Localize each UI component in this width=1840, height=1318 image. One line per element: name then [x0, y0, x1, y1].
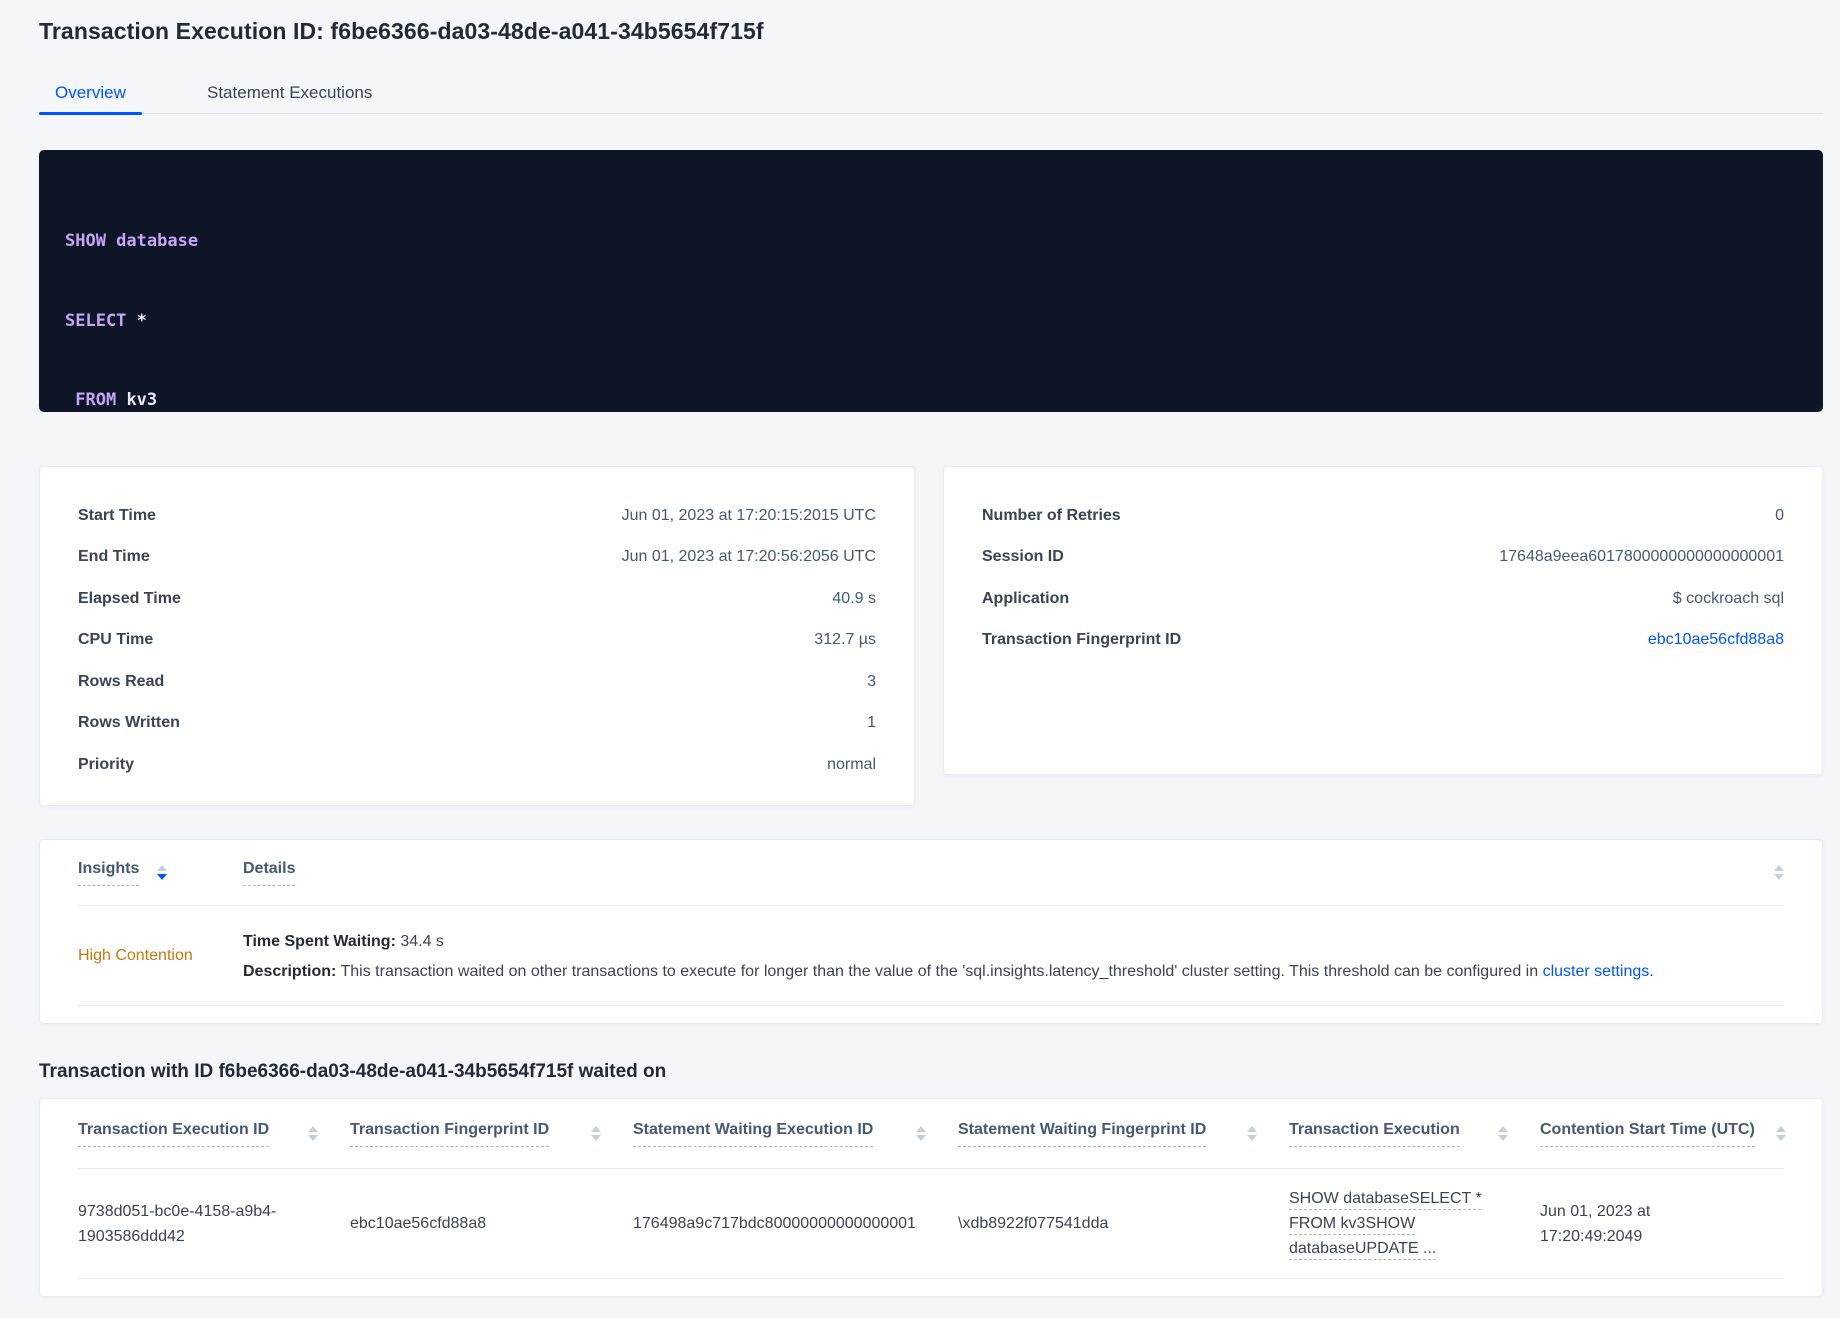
transaction-execution-link[interactable]: SHOW databaseSELECT * FROM kv3SHOW datab…: [1289, 1190, 1482, 1257]
stat-value: 0: [1775, 506, 1784, 524]
stat-row-end-time: End Time Jun 01, 2023 at 17:20:56:2056 U…: [78, 537, 876, 579]
column-header-transaction-fingerprint-id[interactable]: Transaction Fingerprint ID: [350, 1121, 633, 1147]
stat-row-start-time: Start Time Jun 01, 2023 at 17:20:15:2015…: [78, 495, 876, 537]
insights-table: Insights Details High Contention Time Sp…: [39, 839, 1823, 1024]
stat-label: CPU Time: [78, 631, 154, 649]
column-header-transaction-execution[interactable]: Transaction Execution: [1289, 1121, 1540, 1147]
active-tab-indicator: [39, 112, 142, 115]
time-spent-waiting-line: Time Spent Waiting: 34.4 s: [243, 933, 444, 950]
column-header-contention-start-time[interactable]: Contention Start Time (UTC): [1540, 1121, 1786, 1147]
description-line: Description: This transaction waited on …: [243, 963, 1654, 980]
stat-row-application: Application $ cockroach sql: [982, 578, 1784, 620]
sort-icon: [308, 1126, 318, 1141]
transaction-fingerprint-link[interactable]: ebc10ae56cfd88a8: [1648, 631, 1784, 649]
sort-icon: [1498, 1126, 1508, 1141]
stat-value: 40.9 s: [832, 589, 876, 607]
stat-row-session-id: Session ID 17648a9eea6017800000000000000…: [982, 537, 1784, 579]
stat-label: Elapsed Time: [78, 589, 181, 607]
cell-statement-waiting-execution-id: 176498a9c717bdc80000000000000001: [633, 1215, 916, 1232]
stat-label: Transaction Fingerprint ID: [982, 631, 1182, 649]
sql-line: SELECT *: [65, 310, 147, 331]
cell-transaction-execution: SHOW databaseSELECT * FROM kv3SHOW datab…: [1289, 1186, 1540, 1261]
stat-value: 3: [867, 672, 876, 690]
stat-value: 312.7 µs: [814, 631, 876, 649]
insight-details-cell: Time Spent Waiting: 34.4 s Description: …: [243, 906, 1784, 1005]
cell-transaction-execution-id: 9738d051-bc0e-4158-a9b4-1903586ddd42: [78, 1202, 277, 1245]
stat-label: Rows Written: [78, 714, 180, 732]
stat-label: Priority: [78, 755, 135, 773]
column-header-transaction-execution-id[interactable]: Transaction Execution ID: [78, 1121, 350, 1147]
transaction-summary-card: Start Time Jun 01, 2023 at 17:20:15:2015…: [39, 466, 915, 806]
page-title: Transaction Execution ID: f6be6366-da03-…: [39, 18, 764, 44]
stat-value: 1: [867, 714, 876, 732]
stat-label: Session ID: [982, 548, 1064, 566]
tab-statement-executions-label: Statement Executions: [207, 83, 373, 102]
stat-label: Number of Retries: [982, 506, 1121, 524]
waited-on-table-header: Transaction Execution ID Transaction Fin…: [78, 1099, 1786, 1169]
column-header-insights[interactable]: Insights: [78, 860, 243, 886]
stat-value: 17648a9eea6017800000000000000001: [1499, 548, 1784, 566]
stat-value: Jun 01, 2023 at 17:20:56:2056 UTC: [621, 548, 876, 566]
column-header-statement-waiting-execution-id[interactable]: Statement Waiting Execution ID: [633, 1121, 958, 1147]
stat-row-rows-read: Rows Read 3: [78, 661, 876, 703]
stat-row-priority: Priority normal: [78, 744, 876, 786]
sort-icon: [157, 865, 168, 880]
cell-statement-waiting-fingerprint-id: \xdb8922f077541dda: [958, 1215, 1109, 1232]
column-header-details[interactable]: Details: [243, 860, 1774, 886]
sort-icon[interactable]: [1774, 865, 1784, 880]
sql-line: SHOW database: [65, 231, 199, 251]
sort-icon: [1776, 1126, 1786, 1141]
stat-row-number-of-retries: Number of Retries 0: [982, 495, 1784, 537]
column-header-insights-label: Insights: [78, 860, 140, 886]
cell-contention-start-time: Jun 01, 2023 at 17:20:49:2049: [1540, 1202, 1651, 1245]
waited-on-table: Transaction Execution ID Transaction Fin…: [39, 1098, 1823, 1297]
insights-table-header: Insights Details: [78, 840, 1784, 906]
table-row: 9738d051-bc0e-4158-a9b4-1903586ddd42 ebc…: [78, 1169, 1784, 1279]
tab-bar: Overview Statement Executions: [39, 72, 1823, 115]
column-header-statement-waiting-fingerprint-id[interactable]: Statement Waiting Fingerprint ID: [958, 1121, 1289, 1147]
sort-icon: [591, 1126, 601, 1141]
waited-on-heading: Transaction with ID f6be6366-da03-48de-a…: [39, 1061, 667, 1082]
stat-row-cpu-time: CPU Time 312.7 µs: [78, 620, 876, 662]
cluster-settings-link[interactable]: cluster settings: [1543, 963, 1650, 980]
cell-transaction-fingerprint-id: ebc10ae56cfd88a8: [350, 1215, 487, 1232]
insight-badge-high-contention: High Contention: [78, 946, 193, 964]
sql-statements-box: SHOW database SELECT * FROM kv3 SHOW dat…: [39, 150, 1823, 808]
stat-label: End Time: [78, 548, 150, 566]
sort-icon: [1247, 1126, 1257, 1141]
session-summary-card: Number of Retries 0 Session ID 17648a9ee…: [943, 466, 1823, 775]
insight-row: High Contention Time Spent Waiting: 34.4…: [78, 906, 1784, 1006]
stat-row-elapsed-time: Elapsed Time 40.9 s: [78, 578, 876, 620]
stat-value: normal: [827, 755, 876, 773]
tab-statement-executions[interactable]: Statement Executions: [207, 72, 372, 114]
sort-icon: [916, 1126, 926, 1141]
stat-value: Jun 01, 2023 at 17:20:15:2015 UTC: [621, 506, 876, 524]
stat-value: $ cockroach sql: [1672, 589, 1784, 607]
stat-label: Start Time: [78, 506, 156, 524]
stat-row-rows-written: Rows Written 1: [78, 703, 876, 745]
stat-label: Application: [982, 589, 1070, 607]
stat-label: Rows Read: [78, 672, 165, 690]
tab-overview-label: Overview: [55, 83, 126, 102]
stat-row-transaction-fingerprint-id: Transaction Fingerprint ID ebc10ae56cfd8…: [982, 620, 1784, 662]
column-header-details-label: Details: [243, 860, 296, 886]
sql-line: FROM kv3: [75, 390, 158, 410]
tab-overview[interactable]: Overview: [39, 72, 142, 115]
